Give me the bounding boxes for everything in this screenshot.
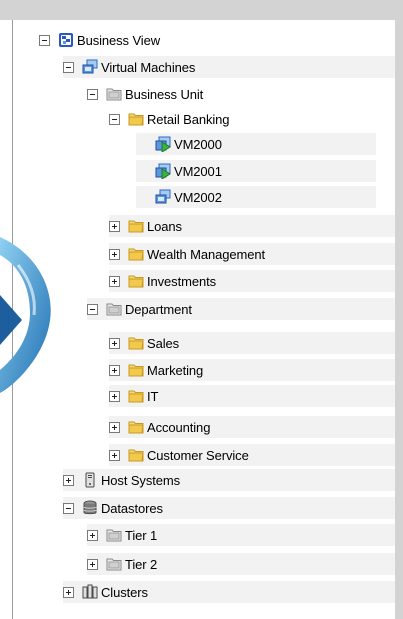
tree-node-label: Virtual Machines <box>101 59 196 75</box>
host-system-icon <box>82 472 98 488</box>
tree-node-retail-banking[interactable]: Retail Banking <box>109 108 395 130</box>
vm-powered-on-icon <box>155 136 171 153</box>
tree-node-label: Sales <box>147 335 180 351</box>
vm-powered-on-icon <box>155 163 171 180</box>
gray-folder-icon <box>106 527 122 543</box>
tree-node-department[interactable]: Department <box>87 298 395 320</box>
cluster-icon <box>82 584 98 600</box>
collapse-toggle-icon[interactable] <box>63 61 74 73</box>
tree-node-tier-1[interactable]: Tier 1 <box>87 524 395 546</box>
tree-node-marketing[interactable]: Marketing <box>109 359 395 381</box>
collapse-toggle-icon[interactable] <box>87 303 98 315</box>
expand-toggle-icon[interactable] <box>109 220 120 232</box>
tree-node-label: Marketing <box>147 362 204 378</box>
yellow-folder-icon <box>128 246 144 262</box>
tree-node-business-view[interactable]: Business View <box>39 29 395 51</box>
tree-node-label: VM2002 <box>174 189 222 205</box>
business-view-icon <box>58 32 74 48</box>
expand-toggle-icon[interactable] <box>109 275 120 287</box>
tree-node-label: Loans <box>147 218 182 234</box>
collapse-toggle-icon[interactable] <box>87 88 98 100</box>
tree-node-label: VM2001 <box>174 163 222 179</box>
tree-node-label: Tier 1 <box>125 527 158 543</box>
tree-node-label: VM2000 <box>174 136 222 152</box>
tree-node-customer-service[interactable]: Customer Service <box>109 444 395 466</box>
tree-node-label: Host Systems <box>101 472 180 488</box>
tree-node-business-unit[interactable]: Business Unit <box>87 83 395 105</box>
tree-node-label: Customer Service <box>147 447 249 463</box>
expand-toggle-icon[interactable] <box>109 364 120 376</box>
expand-toggle-icon[interactable] <box>109 248 120 260</box>
top-frame-bar <box>0 0 403 20</box>
tree-node-loans[interactable]: Loans <box>109 215 395 237</box>
tree-node-label: Tier 2 <box>125 556 158 572</box>
collapse-toggle-icon[interactable] <box>109 113 120 125</box>
expand-toggle-icon[interactable] <box>63 474 74 486</box>
tree-node-it[interactable]: IT <box>109 385 395 407</box>
right-frame-bar <box>395 0 403 619</box>
tree-node-wealth-management[interactable]: Wealth Management <box>109 243 395 265</box>
yellow-folder-icon <box>128 388 144 404</box>
yellow-folder-icon <box>128 419 144 435</box>
yellow-folder-icon <box>128 111 144 127</box>
gray-folder-icon <box>106 86 122 102</box>
yellow-folder-icon <box>128 362 144 378</box>
expand-toggle-icon[interactable] <box>109 390 120 402</box>
expand-toggle-icon[interactable] <box>109 421 120 433</box>
tree-node-clusters[interactable]: Clusters <box>63 581 395 603</box>
tree-node-tier-2[interactable]: Tier 2 <box>87 553 395 575</box>
gray-folder-icon <box>106 301 122 317</box>
datastore-icon <box>82 500 98 516</box>
tree-node-sales[interactable]: Sales <box>109 332 395 354</box>
tree-node-label: Investments <box>147 273 216 289</box>
expand-toggle-icon[interactable] <box>109 449 120 461</box>
yellow-folder-icon <box>128 335 144 351</box>
expand-toggle-icon[interactable] <box>87 529 98 541</box>
tree-node-label: Datastores <box>101 500 163 516</box>
tree-node-investments[interactable]: Investments <box>109 270 395 292</box>
tree-node-label: Wealth Management <box>147 246 266 262</box>
tree-node-label: IT <box>147 388 159 404</box>
tree-node-label: Retail Banking <box>147 111 230 127</box>
tree-node-vm2001[interactable]: VM2001 <box>136 160 376 182</box>
tree-node-label: Business View <box>77 32 161 48</box>
decorative-swirl-graphic <box>0 237 51 393</box>
tree-node-accounting[interactable]: Accounting <box>109 416 395 438</box>
tree-node-label: Clusters <box>101 584 148 600</box>
collapse-toggle-icon[interactable] <box>39 34 50 46</box>
tree-node-vm2000[interactable]: VM2000 <box>136 133 376 155</box>
expand-toggle-icon[interactable] <box>87 558 98 570</box>
vm-icon <box>155 189 171 205</box>
tree-node-virtual-machines[interactable]: Virtual Machines <box>63 56 395 78</box>
tree-node-vm2002[interactable]: VM2002 <box>136 186 376 208</box>
yellow-folder-icon <box>128 273 144 289</box>
tree-node-host-systems[interactable]: Host Systems <box>63 469 395 491</box>
tree-node-label: Business Unit <box>125 86 204 102</box>
yellow-folder-icon <box>128 218 144 234</box>
expand-toggle-icon[interactable] <box>109 337 120 349</box>
virtual-machines-icon <box>82 59 98 75</box>
tree-node-label: Accounting <box>147 419 211 435</box>
tree-node-datastores[interactable]: Datastores <box>63 497 395 519</box>
collapse-toggle-icon[interactable] <box>63 502 74 514</box>
expand-toggle-icon[interactable] <box>63 586 74 598</box>
gray-folder-icon <box>106 556 122 572</box>
yellow-folder-icon <box>128 447 144 463</box>
tree-node-label: Department <box>125 301 192 317</box>
